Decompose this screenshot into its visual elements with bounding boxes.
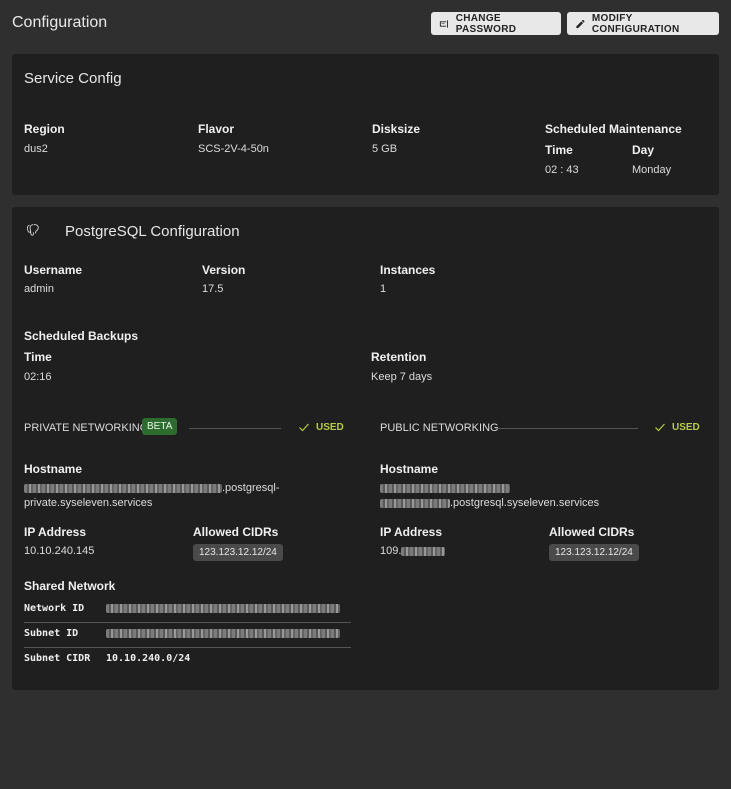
flavor-value: SCS-2V-4-50n (198, 143, 269, 155)
shared-network-divider (24, 622, 351, 623)
public-hostname-suffix: .postgresql.syseleven.services (450, 497, 600, 509)
postgresql-config-title: PostgreSQL Configuration (65, 223, 240, 240)
private-ip-value: 10.10.240.145 (24, 545, 95, 557)
private-networking-status: USED (298, 421, 344, 433)
instances-label: Instances (380, 263, 436, 277)
maintenance-day-label: Day (632, 143, 655, 157)
public-networking-status: USED (654, 421, 700, 433)
disksize-label: Disksize (372, 122, 421, 136)
maintenance-time-value: 02 : 43 (545, 164, 579, 176)
username-label: Username (24, 263, 83, 277)
public-networking-divider (495, 428, 638, 429)
instances-value: 1 (380, 283, 387, 295)
private-ip-label: IP Address (24, 525, 87, 539)
postgresql-elephant-icon (26, 224, 39, 236)
check-icon (299, 423, 309, 432)
backup-time-value: 02:16 (24, 371, 52, 383)
private-cidrs-label: Allowed CIDRs (193, 525, 279, 539)
redacted-hostname (24, 483, 222, 493)
redacted-subnet-id (106, 629, 340, 638)
private-hostname-label: Hostname (24, 462, 83, 476)
scheduled-backups-label: Scheduled Backups (24, 329, 139, 343)
subnet-id-label: Subnet ID (24, 628, 79, 639)
region-value: dus2 (24, 143, 48, 155)
maintenance-label: Scheduled Maintenance (545, 122, 682, 136)
modify-configuration-button[interactable]: MODIFY CONFIGURATION (567, 12, 719, 35)
private-networking-divider (189, 428, 281, 429)
public-hostname-value-line1 (380, 482, 510, 494)
private-networking-label: PRIVATE NETWORKING (24, 422, 149, 434)
public-cidrs-label: Allowed CIDRs (549, 525, 635, 539)
change-password-button[interactable]: CHANGE PASSWORD (431, 12, 561, 35)
maintenance-day-value: Monday (632, 164, 672, 176)
beta-badge: BETA (142, 418, 178, 435)
subnet-cidr-label: Subnet CIDR (24, 653, 91, 664)
redacted-ip (401, 546, 446, 556)
backup-time-label: Time (24, 350, 52, 364)
private-hostname-value-line1: .postgresql- (24, 482, 279, 494)
private-hostname-value-line2: private.syseleven.services (24, 497, 153, 509)
pencil-icon (576, 19, 585, 28)
service-config-card: Service Config Region dus2 Flavor SCS-2V… (12, 54, 719, 195)
redacted-network-id (106, 604, 340, 613)
redacted-hostname (380, 483, 510, 493)
retention-value: Keep 7 days (371, 371, 433, 383)
subnet-cidr-value: 10.10.240.0/24 (106, 653, 191, 664)
retention-label: Retention (371, 350, 427, 364)
check-icon (655, 423, 665, 432)
page-title: Configuration (12, 14, 108, 31)
version-value: 17.5 (202, 283, 224, 295)
redacted-hostname (380, 498, 450, 508)
region-label: Region (24, 122, 65, 136)
private-hostname-suffix1: .postgresql- (222, 482, 280, 494)
public-ip-prefix: 109. (380, 545, 402, 557)
disksize-value: 5 GB (372, 143, 398, 155)
password-icon (439, 19, 448, 28)
username-value: admin (24, 283, 54, 295)
flavor-label: Flavor (198, 122, 235, 136)
modify-configuration-label: MODIFY CONFIGURATION (591, 12, 680, 35)
public-used-text: USED (672, 421, 700, 433)
service-config-title: Service Config (24, 70, 122, 87)
public-cidr-chip: 123.123.12.12/24 (549, 544, 639, 561)
private-cidr-chip: 123.123.12.12/24 (193, 544, 283, 561)
shared-network-label: Shared Network (24, 579, 116, 593)
shared-network-divider (24, 647, 351, 648)
public-networking-label: PUBLIC NETWORKING (380, 422, 499, 434)
public-hostname-label: Hostname (380, 462, 439, 476)
public-ip-label: IP Address (380, 525, 443, 539)
public-ip-value: 109. (380, 545, 446, 557)
private-used-text: USED (316, 421, 344, 433)
network-id-label: Network ID (24, 603, 85, 614)
maintenance-time-label: Time (545, 143, 573, 157)
postgresql-config-card: PostgreSQL Configuration Username admin … (12, 207, 719, 690)
version-label: Version (202, 263, 246, 277)
public-hostname-value-line2: .postgresql.syseleven.services (380, 497, 599, 509)
change-password-label: CHANGE PASSWORD (455, 12, 517, 35)
